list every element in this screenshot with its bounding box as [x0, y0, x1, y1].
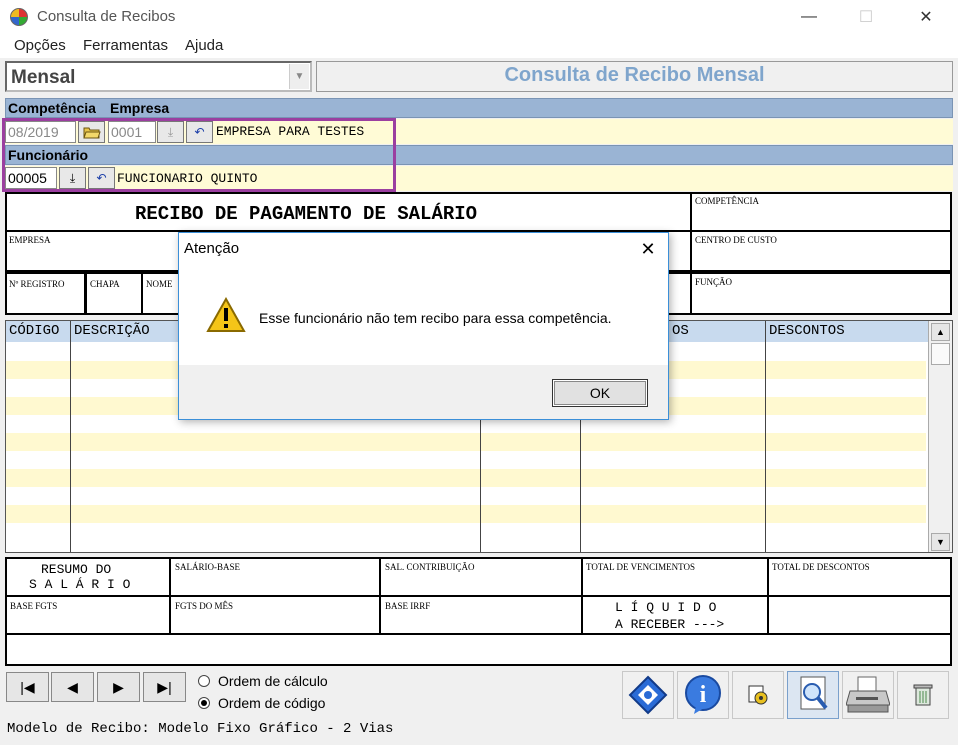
- empresa-label: Empresa: [110, 100, 170, 116]
- navigate-icon[interactable]: [622, 671, 674, 719]
- settings-doc-icon[interactable]: [732, 671, 784, 719]
- registro-box: Nº REGISTRO: [5, 272, 86, 315]
- liquido-line1: L Í Q U I D O: [615, 600, 717, 615]
- chapa-box: CHAPA: [85, 272, 143, 315]
- scroll-up-icon[interactable]: ▲: [931, 323, 950, 341]
- centro-custo-box: CENTRO DE CUSTO: [690, 230, 952, 272]
- close-button[interactable]: ✕: [903, 0, 949, 34]
- chevron-down-icon[interactable]: ▼: [289, 64, 309, 89]
- total-descontos-caption: TOTAL DE DESCONTOS: [772, 562, 870, 572]
- dialog-message: Esse funcionário não tem recibo para ess…: [259, 310, 612, 326]
- registro-caption: Nº REGISTRO: [9, 279, 65, 289]
- liquido-value-box: [767, 595, 952, 635]
- sal-contribuicao-caption: SAL. CONTRIBUIÇÃO: [385, 562, 475, 572]
- highlight-box: [2, 118, 396, 192]
- receipt-title: RECIBO DE PAGAMENTO DE SALÁRIO: [135, 203, 478, 225]
- total-vencimentos-box: TOTAL DE VENCIMENTOS: [581, 557, 769, 597]
- resumo-line1: RESUMO DO: [41, 562, 112, 577]
- resumo-line2: S A L Á R I O: [29, 577, 131, 592]
- scroll-down-icon[interactable]: ▼: [931, 533, 950, 551]
- order-code-radio[interactable]: Ordem de código: [198, 695, 325, 711]
- col-codigo[interactable]: CÓDIGO: [6, 321, 71, 342]
- empresa-caption: EMPRESA: [9, 235, 51, 245]
- info-icon[interactable]: i: [677, 671, 729, 719]
- minimize-button[interactable]: —: [786, 0, 832, 34]
- warning-icon: [206, 296, 246, 336]
- mode-select[interactable]: Mensal ▼: [5, 61, 312, 92]
- order-calc-radio[interactable]: Ordem de cálculo: [198, 673, 328, 689]
- radio-icon[interactable]: [198, 675, 210, 687]
- order-code-label: Ordem de código: [218, 695, 326, 711]
- sal-contribuicao-box: SAL. CONTRIBUIÇÃO: [379, 557, 583, 597]
- order-calc-label: Ordem de cálculo: [218, 673, 328, 689]
- maximize-button[interactable]: ☐: [843, 0, 889, 34]
- receipt-title-box: RECIBO DE PAGAMENTO DE SALÁRIO: [5, 192, 692, 232]
- liquido-line2: A RECEBER --->: [615, 617, 725, 632]
- app-icon: [10, 8, 28, 26]
- svg-text:i: i: [700, 682, 707, 708]
- next-record-icon[interactable]: ▶: [97, 672, 140, 702]
- col-vencimentos-label: OS: [672, 323, 689, 339]
- first-record-icon[interactable]: |◀: [6, 672, 49, 702]
- fgts-mes-caption: FGTS DO MÊS: [175, 601, 234, 611]
- radio-selected-icon[interactable]: [198, 697, 210, 709]
- fgts-mes-box: FGTS DO MÊS: [169, 595, 381, 635]
- window-title: Consulta de Recibos: [37, 8, 176, 25]
- total-vencimentos-caption: TOTAL DE VENCIMENTOS: [586, 562, 695, 572]
- vertical-scrollbar[interactable]: ▲ ▼: [928, 321, 952, 552]
- menu-ferramentas[interactable]: Ferramentas: [83, 37, 168, 54]
- base-fgts-caption: BASE FGTS: [10, 601, 58, 611]
- base-fgts-box: BASE FGTS: [5, 595, 171, 635]
- mode-select-value: Mensal: [11, 67, 76, 88]
- trash-icon[interactable]: [897, 671, 949, 719]
- centro-custo-caption: CENTRO DE CUSTO: [695, 235, 777, 245]
- salario-base-caption: SALÁRIO-BASE: [175, 562, 241, 572]
- competencia-empresa-header: Competência Empresa: [5, 98, 953, 118]
- ok-button[interactable]: OK: [552, 379, 648, 407]
- dialog-close-icon[interactable]: ✕: [633, 236, 663, 262]
- previous-record-icon[interactable]: ◀: [51, 672, 94, 702]
- total-descontos-box: TOTAL DE DESCONTOS: [767, 557, 952, 597]
- resumo-box: RESUMO DO S A L Á R I O: [5, 557, 171, 597]
- menu-opcoes[interactable]: Opções: [14, 37, 66, 54]
- alert-dialog: Atenção ✕ Esse funcionário não tem recib…: [178, 232, 669, 420]
- status-text: Modelo de Recibo: Modelo Fixo Gráfico - …: [7, 721, 394, 737]
- scroll-thumb[interactable]: [931, 343, 950, 365]
- competencia-box: COMPETÊNCIA: [690, 192, 952, 232]
- col-descontos[interactable]: DESCONTOS: [766, 321, 929, 342]
- competencia-caption: COMPETÊNCIA: [695, 196, 760, 206]
- menu-ajuda[interactable]: Ajuda: [185, 37, 223, 54]
- preview-icon[interactable]: [787, 671, 839, 719]
- base-irrf-caption: BASE IRRF: [385, 601, 431, 611]
- printer-icon[interactable]: [842, 671, 894, 719]
- competencia-label: Competência: [8, 100, 96, 116]
- chapa-caption: CHAPA: [90, 279, 120, 289]
- footer-empty-box: [5, 633, 952, 666]
- menu-bar: Opções Ferramentas Ajuda: [0, 34, 958, 58]
- title-bar: Consulta de Recibos — ☐ ✕: [0, 0, 958, 34]
- salario-base-box: SALÁRIO-BASE: [169, 557, 381, 597]
- last-record-icon[interactable]: ▶|: [143, 672, 186, 702]
- base-irrf-box: BASE IRRF: [379, 595, 583, 635]
- funcao-box: FUNÇÃO: [690, 272, 952, 315]
- dialog-title: Atenção: [184, 240, 240, 257]
- page-title: Consulta de Recibo Mensal: [316, 61, 953, 92]
- nome-caption: NOME: [146, 279, 173, 289]
- funcao-caption: FUNÇÃO: [695, 277, 733, 287]
- liquido-box: L Í Q U I D O A RECEBER --->: [581, 595, 769, 635]
